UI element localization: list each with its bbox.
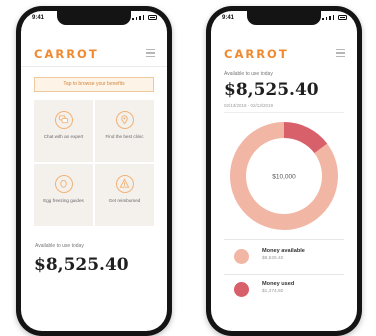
carrot-logo[interactable]: CARROT [34,47,99,61]
money-used-swatch [234,282,249,297]
menu-icon[interactable] [336,49,345,59]
legend-label: Money used [262,281,295,287]
battery-icon [148,15,157,20]
legend-value: $1,474.60 [262,289,284,294]
header-divider [21,66,167,67]
available-amount: $8,525.40 [224,80,319,100]
chat-icon [54,111,73,129]
tile-label: Find the best clinic [105,134,144,139]
menu-icon[interactable] [146,49,155,59]
legend-divider [224,239,344,240]
location-pin-icon [115,111,134,129]
tile-label: Egg freezing guides [43,198,84,203]
home-screen: 9:41 CARROT Tap to browse your benefits … [21,11,167,331]
date-range: 02/13/2018 - 02/13/2019 [224,103,274,108]
legend-money-available: Money available $8,525.40 [224,244,344,272]
legend-divider [224,274,344,275]
tile-reimbursed[interactable]: Get reimbursed [95,164,154,226]
notch [57,11,131,25]
battery-icon [338,15,347,20]
status-icons [322,15,347,20]
browse-benefits-banner[interactable]: Tap to browse your benefits [34,77,154,92]
legend-value: $8,525.40 [262,256,284,261]
available-amount: $8,525.40 [34,255,129,275]
balance-donut-chart: $10,000 [230,122,338,230]
tile-label: Get reimbursed [108,198,141,203]
balance-screen: 9:41 CARROT Available to use today $8,52… [211,11,357,331]
tile-egg-freezing[interactable]: Egg freezing guides [34,164,93,226]
phone-frame-left: 9:41 CARROT Tap to browse your benefits … [16,6,172,336]
tile-chat-expert[interactable]: Chat with an expert [34,100,93,162]
status-time: 9:41 [222,15,235,21]
dollar-icon [115,175,134,193]
money-available-swatch [234,249,249,264]
donut-center-label: $10,000 [272,174,296,181]
egg-icon [54,175,73,193]
benefit-tiles: Chat with an expert Find the best clinic… [34,100,154,226]
status-time: 9:41 [32,15,45,21]
available-label: Available to use today [224,71,273,77]
phone-frame-right: 9:41 CARROT Available to use today $8,52… [206,6,362,336]
donut-slice-money-used [283,122,328,154]
available-label: Available to use today [35,243,84,249]
carrot-logo[interactable]: CARROT [224,47,289,61]
section-divider [224,112,344,113]
tile-label: Chat with an expert [43,134,84,139]
tile-find-clinic[interactable]: Find the best clinic [95,100,154,162]
legend-label: Money available [262,248,305,254]
notch [247,11,321,25]
status-icons [132,15,157,20]
